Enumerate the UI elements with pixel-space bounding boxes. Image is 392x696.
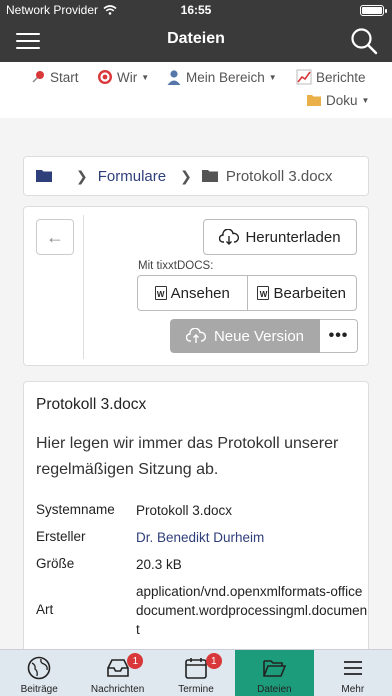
search-icon[interactable] <box>350 27 378 55</box>
view-label: Ansehen <box>170 284 230 302</box>
caret-down-icon: ▼ <box>141 72 150 82</box>
word-doc-icon: W <box>257 286 270 300</box>
property-label: Größe <box>36 556 75 571</box>
globe-icon <box>27 656 51 680</box>
tixxt-docs-label: Mit tixxtDOCS: <box>138 260 214 272</box>
property-value-type: application/vnd.openxmlformats-officedoc… <box>136 584 368 637</box>
chevron-right-icon: ❯ <box>180 167 192 184</box>
status-bar: Network Provider 16:55 <box>0 0 392 20</box>
property-value-systemname: Protokoll 3.docx <box>136 503 233 518</box>
chart-icon <box>296 69 312 85</box>
chevron-right-icon: ❯ <box>76 167 88 184</box>
property-label: Ersteller <box>36 529 86 544</box>
unread-badge: 1 <box>127 653 144 669</box>
back-button[interactable]: ← <box>36 219 74 255</box>
author-link[interactable]: Dr. Benedikt Durheim <box>136 528 368 547</box>
breadcrumb-current: Protokoll 3.docx <box>225 167 333 185</box>
new-version-label: Neue Version <box>213 327 305 345</box>
file-details: Protokoll 3.docx Hier legen wir immer da… <box>23 381 369 661</box>
new-version-button[interactable]: Neue Version <box>170 319 320 353</box>
view-button[interactable]: W Ansehen <box>138 276 247 310</box>
property-label: Systemname <box>36 502 115 517</box>
tab-bar: Beiträge Nachrichten 1 Termine 1 Dateien <box>0 649 392 696</box>
more-options-button[interactable]: ••• <box>320 319 358 353</box>
folder-icon[interactable] <box>36 170 52 182</box>
arrow-left-icon: ← <box>46 226 64 247</box>
edit-button[interactable]: W Bearbeiten <box>246 276 357 310</box>
menu-item-label: Start <box>50 69 79 85</box>
download-button[interactable]: Herunterladen <box>203 219 357 255</box>
menu-item-label: Doku <box>326 92 358 108</box>
tab-nachrichten[interactable]: Nachrichten 1 <box>78 650 156 696</box>
nav-bar: Dateien <box>0 20 392 62</box>
folder-icon <box>307 95 321 106</box>
ellipsis-icon: ••• <box>328 327 349 344</box>
cloud-download-icon <box>219 229 240 245</box>
tab-dateien[interactable]: Dateien <box>235 650 314 696</box>
tab-label: Nachrichten <box>90 684 145 695</box>
menu-item-berichte[interactable]: Berichte <box>296 69 366 85</box>
battery-icon <box>360 5 387 16</box>
menu-icon <box>343 661 362 675</box>
menu-item-label: Wir <box>117 69 138 85</box>
tab-label: Beiträge <box>20 684 58 695</box>
folder-open-icon <box>263 660 287 677</box>
pin-icon <box>32 71 44 83</box>
file-title: Protokoll 3.docx <box>36 396 147 413</box>
menu-item-label: Berichte <box>316 69 366 85</box>
tab-label: Dateien <box>257 684 292 695</box>
tab-label: Mehr <box>341 684 365 695</box>
file-description: Hier legen wir immer das Protokoll unser… <box>36 435 339 478</box>
folder-icon <box>201 170 218 182</box>
tab-beitraege[interactable]: Beiträge <box>0 650 78 696</box>
user-icon <box>167 70 181 85</box>
property-value-size: 20.3 kB <box>136 557 182 572</box>
calendar-icon <box>185 658 207 679</box>
menu-item-wir[interactable]: Wir ▼ <box>97 69 149 85</box>
breadcrumb-link-formulare[interactable]: Formulare <box>98 168 166 185</box>
divider <box>83 215 84 359</box>
caret-down-icon: ▼ <box>361 95 370 105</box>
download-label: Herunterladen <box>245 228 341 246</box>
cloud-upload-icon <box>185 328 206 343</box>
page-title: Dateien <box>167 30 225 47</box>
clock: 16:55 <box>180 3 212 17</box>
tab-label: Termine <box>178 684 214 695</box>
unread-badge: 1 <box>205 653 222 669</box>
caret-down-icon: ▼ <box>268 72 277 82</box>
property-label: Art <box>36 602 54 617</box>
top-menu: Start Wir ▼ Mein Bereich ▼ Berichte Doku… <box>0 62 392 118</box>
tab-mehr[interactable]: Mehr <box>314 650 392 696</box>
tixxt-docs-buttons: W Ansehen W Bearbeiten <box>137 275 357 311</box>
menu-item-doku[interactable]: Doku ▼ <box>306 92 369 108</box>
actions-panel: ← Herunterladen Mit tixxtDOCS: W Ansehen… <box>23 206 369 366</box>
breadcrumb: ❯ Formulare ❯ Protokoll 3.docx <box>23 156 369 196</box>
tab-termine[interactable]: Termine 1 <box>157 650 235 696</box>
word-doc-icon: W <box>154 286 167 300</box>
target-icon <box>98 70 112 84</box>
menu-item-start[interactable]: Start <box>30 69 79 85</box>
menu-item-mein-bereich[interactable]: Mein Bereich ▼ <box>166 69 277 85</box>
menu-item-label: Mein Bereich <box>186 69 265 85</box>
edit-label: Bearbeiten <box>273 284 347 302</box>
